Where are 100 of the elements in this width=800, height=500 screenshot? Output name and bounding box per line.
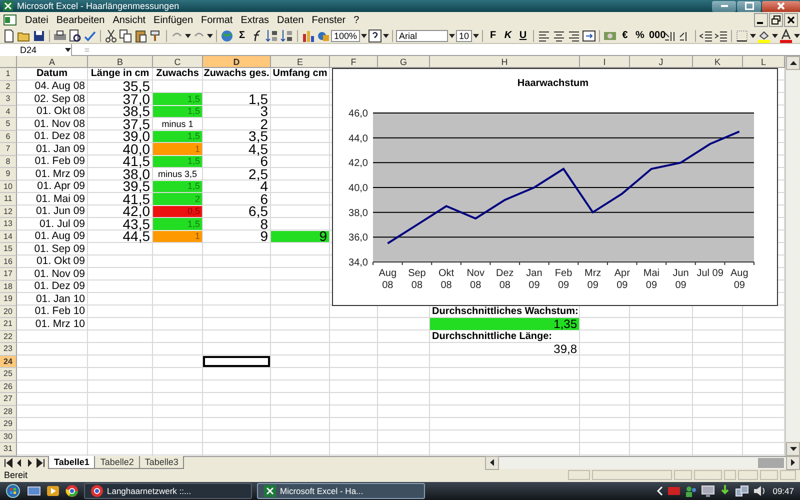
merge-cells-icon[interactable]	[582, 28, 596, 42]
font-field[interactable]: Arial	[396, 30, 448, 42]
dropdown-arrow-icon[interactable]	[750, 34, 756, 38]
horizontal-scrollbar[interactable]	[485, 456, 800, 468]
format-button[interactable]: F	[486, 30, 500, 41]
copy-icon[interactable]	[119, 28, 133, 42]
dropdown-arrow-icon[interactable]	[65, 48, 71, 52]
dropdown-arrow-icon[interactable]	[361, 34, 368, 38]
row-header[interactable]: 15	[0, 243, 17, 256]
dropdown-arrow-icon[interactable]	[473, 34, 479, 38]
indent-decrease-icon[interactable]	[699, 28, 713, 42]
row-header[interactable]: 6	[0, 130, 17, 143]
column-header[interactable]: H	[430, 56, 580, 68]
row-header[interactable]: 19	[0, 293, 17, 306]
row-header[interactable]: 12	[0, 206, 17, 218]
row-header[interactable]: 18	[0, 280, 17, 293]
first-sheet-icon[interactable]	[3, 456, 13, 470]
zoom-field[interactable]: 100%	[331, 30, 360, 42]
maximize-button[interactable]	[737, 0, 761, 12]
column-header[interactable]: J	[630, 56, 693, 68]
menu-item[interactable]: Daten	[277, 14, 304, 26]
indent-increase-icon[interactable]	[714, 28, 728, 42]
row-header[interactable]: 10	[0, 180, 17, 193]
vertical-scrollbar[interactable]	[785, 56, 800, 456]
speaker-icon[interactable]	[752, 484, 766, 498]
clock[interactable]: 09:47	[772, 486, 794, 496]
media-player-icon[interactable]	[46, 484, 60, 498]
column-header[interactable]: F	[330, 56, 378, 68]
format-button[interactable]: U	[516, 30, 530, 41]
row-header[interactable]: 7	[0, 143, 17, 156]
minimize-icon[interactable]	[754, 13, 768, 27]
sheet-tab[interactable]: Tabelle1	[48, 456, 96, 469]
align-right-icon[interactable]	[567, 28, 581, 42]
menu-item[interactable]: Datei	[25, 14, 48, 26]
monitor-icon[interactable]	[700, 484, 715, 498]
row-header[interactable]: 30	[0, 430, 17, 443]
row-header[interactable]: 9	[0, 168, 17, 180]
row-header[interactable]: 26	[0, 380, 17, 393]
menu-item[interactable]: Extras	[240, 14, 270, 26]
fill-color-icon[interactable]	[757, 28, 771, 42]
align-center-icon[interactable]	[552, 28, 566, 42]
close-icon[interactable]	[784, 13, 798, 27]
column-header[interactable]: B	[88, 56, 153, 68]
scroll-left-button[interactable]	[485, 456, 499, 470]
sheet-tab[interactable]: Tabelle3	[138, 456, 184, 469]
globe-icon[interactable]	[220, 28, 234, 42]
row-header[interactable]: 23	[0, 343, 17, 356]
row-header[interactable]: 3	[0, 93, 17, 106]
autosum-button[interactable]: Σ	[235, 30, 249, 41]
column-header[interactable]: C	[153, 56, 203, 68]
dropdown-arrow-icon[interactable]	[207, 34, 213, 38]
dropdown-arrow-icon[interactable]	[185, 34, 191, 38]
column-header[interactable]: I	[580, 56, 630, 68]
scroll-thumb[interactable]	[758, 458, 784, 468]
column-header[interactable]: E	[271, 56, 330, 68]
browser-icon[interactable]	[65, 484, 79, 498]
row-header[interactable]: 14	[0, 230, 17, 243]
font-color-icon[interactable]	[779, 28, 793, 42]
menu-item[interactable]: ?	[354, 14, 360, 26]
row-header[interactable]: 8	[0, 156, 17, 168]
font-size-field[interactable]: 10	[456, 30, 472, 42]
row-header[interactable]: 22	[0, 330, 17, 343]
people-icon[interactable]	[684, 484, 698, 498]
borders-icon[interactable]	[735, 28, 749, 42]
new-document-icon[interactable]	[2, 28, 16, 42]
help-icon[interactable]	[368, 28, 382, 42]
column-header[interactable]: L	[743, 56, 785, 68]
menu-item[interactable]: Ansicht	[112, 14, 146, 26]
bar-chart-icon[interactable]	[301, 28, 315, 42]
row-header[interactable]: 20	[0, 306, 17, 318]
row-header[interactable]: 13	[0, 218, 17, 230]
minimize-button[interactable]	[712, 0, 736, 12]
row-header[interactable]: 11	[0, 193, 17, 206]
name-box[interactable]: D24	[0, 44, 72, 56]
row-header[interactable]: 21	[0, 318, 17, 330]
menu-item[interactable]: Bearbeiten	[56, 14, 105, 26]
menu-item[interactable]: Format	[201, 14, 233, 26]
align-left-icon[interactable]	[537, 28, 551, 42]
sort-descending-icon[interactable]	[280, 28, 294, 42]
row-header[interactable]: 16	[0, 256, 17, 268]
menu-item[interactable]: Fenster	[312, 14, 346, 26]
taskbar-button[interactable]: Microsoft Excel - Ha...	[257, 483, 425, 499]
desktop-icon[interactable]	[27, 484, 41, 498]
dropdown-arrow-icon[interactable]	[448, 34, 455, 38]
scroll-down-button[interactable]	[786, 442, 800, 456]
row-header[interactable]: 2	[0, 80, 17, 93]
number-format-button[interactable]: €	[618, 30, 632, 41]
column-header[interactable]: K	[693, 56, 743, 68]
dropdown-arrow-icon[interactable]	[772, 34, 778, 38]
spell-check-icon[interactable]	[83, 28, 97, 42]
dropdown-arrow-icon[interactable]	[794, 34, 800, 38]
row-header[interactable]: 28	[0, 406, 17, 418]
row-header[interactable]: 29	[0, 418, 17, 430]
scroll-up-button[interactable]	[786, 56, 800, 70]
row-header[interactable]: 5	[0, 118, 17, 130]
taskbar-button[interactable]: Langhaarnetzwerk ::...	[84, 483, 252, 499]
dropdown-arrow-icon[interactable]	[383, 34, 390, 38]
column-header[interactable]: G	[378, 56, 430, 68]
close-button[interactable]	[762, 0, 800, 12]
print-preview-icon[interactable]	[68, 28, 82, 42]
